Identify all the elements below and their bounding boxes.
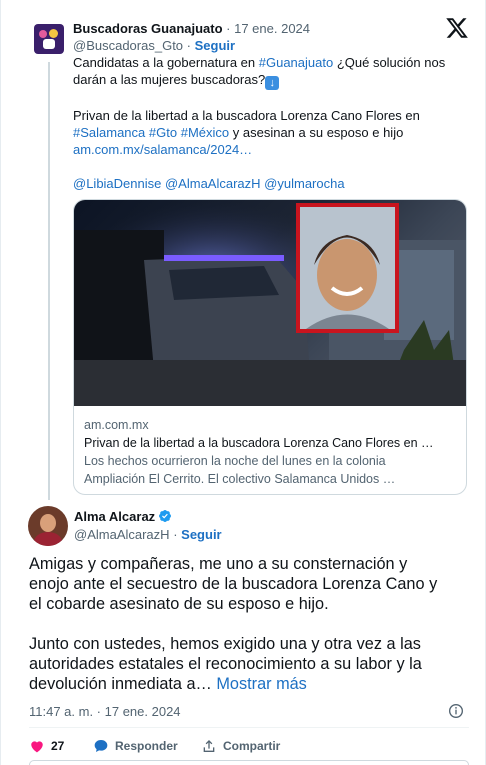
verified-badge-icon [159,510,172,522]
info-icon[interactable] [448,703,464,719]
tweet-timestamp[interactable]: 11:47 a. m. · 17 ene. 2024 [29,703,181,720]
quoted-tweet-text: Candidatas a la gobernatura en #Guanajua… [73,55,446,191]
main-author-name[interactable]: Alma Alcaraz [74,509,155,524]
mention-almaalcarazh[interactable]: @AlmaAlcarazH [165,176,261,191]
mention-yulmarocha[interactable]: @yulmarocha [264,176,344,191]
reply-label: Responder [115,739,178,753]
hashtag-salamanca[interactable]: #Salamanca [73,125,145,140]
main-author-handle[interactable]: @AlmaAlcarazH [74,527,170,542]
mention-libiadennise[interactable]: @LibiaDennise [73,176,161,191]
share-label: Compartir [223,739,281,753]
tweet-embed-card: Buscadoras Guanajuato · 17 ene. 2024 @Bu… [0,0,486,765]
divider [29,727,469,728]
reply-icon [94,740,108,752]
quoted-date[interactable]: · 17 ene. 2024 [226,21,310,36]
heart-icon [31,741,43,753]
buscadoras-avatar[interactable] [34,24,64,54]
preview-description-line2: Ampliación El Cerrito. El colectivo Sala… [84,472,396,486]
main-author-row: Alma Alcaraz [74,508,172,526]
quoted-author-name[interactable]: Buscadoras Guanajuato [73,21,223,36]
separator-dot: · [186,38,191,53]
link-preview-card[interactable]: am.com.mx Privan de la libertad a la bus… [73,199,467,495]
read-more-button[interactable] [29,760,469,765]
main-tweet-text: Amigas y compañeras, me uno a su conster… [29,555,438,693]
alma-alcaraz-avatar[interactable] [28,506,68,546]
preview-image [74,200,466,406]
share-icon [203,740,215,752]
reply-button[interactable]: Responder [93,738,178,754]
show-more-link[interactable]: Mostrar más [216,675,306,693]
hashtag-gto[interactable]: #Gto [149,125,177,140]
preview-title: Privan de la libertad a la buscadora Lor… [84,436,434,450]
hashtag-mexico[interactable]: #México [181,125,229,140]
hashtag-guanajuato[interactable]: #Guanajuato [259,55,333,70]
like-button[interactable]: 27 [29,738,64,754]
quoted-header: Buscadoras Guanajuato · 17 ene. 2024 [73,20,310,37]
quoted-author-handle[interactable]: @Buscadoras_Gto [73,38,183,53]
like-count: 27 [51,739,65,753]
follow-button[interactable]: Seguir [195,38,235,53]
preview-description-line1: Los hechos ocurrieron la noche del lunes… [84,454,386,468]
preview-meta: am.com.mx Privan de la libertad a la bus… [84,416,458,488]
separator-dot: · [173,527,178,542]
preview-domain: am.com.mx [84,418,149,432]
follow-button[interactable]: Seguir [181,527,221,542]
main-handle-row: @AlmaAlcarazH · Seguir [74,526,222,544]
thread-line [48,62,50,500]
quoted-handle-row: @Buscadoras_Gto · Seguir [73,37,235,54]
share-button[interactable]: Compartir [201,738,280,754]
down-arrow-emoji-icon: ↓ [265,76,280,90]
x-logo-icon[interactable] [445,16,469,40]
article-link[interactable]: am.com.mx/salamanca/2024… [73,142,252,157]
